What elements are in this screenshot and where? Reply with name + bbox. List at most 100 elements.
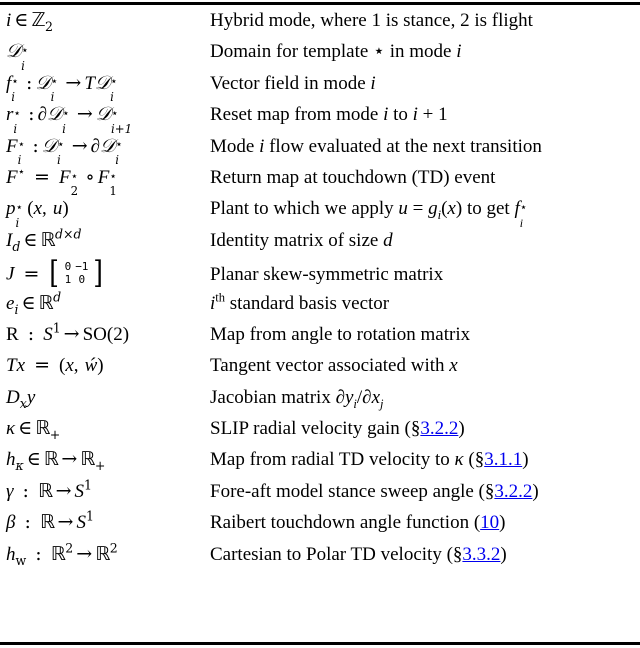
description-cell: Plant to which we apply u = gi(x) to get… bbox=[210, 198, 528, 230]
table-bottom-rule bbox=[0, 642, 640, 645]
symbol-cell: β : ℝ → S1 bbox=[6, 508, 94, 534]
in-symbol: ∈ bbox=[23, 228, 38, 251]
symbol-cell: ei ∈ ℝd bbox=[6, 289, 62, 317]
description-cell: Return map at touchdown (TD) event bbox=[210, 166, 496, 188]
blackboard-r: ℝ bbox=[35, 417, 50, 440]
desc-text: to bbox=[393, 104, 408, 126]
script-d: 𝒟 bbox=[46, 103, 63, 126]
blackboard-r: ℝ bbox=[43, 448, 59, 471]
symbol-cell: hκ ∈ ℝ → ℝ+ bbox=[6, 448, 106, 474]
table-body: i ∈ ℤ2 Hybrid mode, where 1 is stance, 2 i… bbox=[0, 11, 640, 576]
blackboard-r: ℝ bbox=[50, 542, 66, 565]
symbol-cell: Tx = (x, ẃ) bbox=[6, 354, 104, 377]
rparen: ) bbox=[62, 198, 69, 220]
matrix-cell-01: −1 bbox=[75, 260, 89, 274]
symbol-cell: γ : ℝ → S1 bbox=[6, 477, 92, 502]
compose: ∘ bbox=[85, 165, 95, 188]
description-cell: Vector field in mode i bbox=[210, 72, 376, 94]
table-row: β : ℝ → S1 Raibert touchdown angle functio… bbox=[0, 508, 640, 544]
symbol-cell: p ⋆ i (x, u) bbox=[6, 198, 69, 230]
symbol-cell: Id ∈ ℝd×d bbox=[6, 226, 82, 254]
section-reference-link[interactable]: 3.1.1 bbox=[484, 449, 522, 470]
equation-reference-link[interactable]: 10 bbox=[480, 512, 499, 533]
kappa-symbol: κ bbox=[6, 418, 16, 440]
desc-text: Fore-aft model stance sweep angle bbox=[210, 480, 474, 502]
section-sign: § bbox=[484, 480, 495, 502]
table-row: F⋆ = F ⋆ 2 ∘ F ⋆ 1 Return map at touchdown (TD… bbox=[0, 165, 640, 199]
description-cell: Map from radial TD velocity to κ (§3.1.1… bbox=[210, 450, 640, 469]
one-sup: 1 bbox=[85, 508, 94, 524]
desc-text: to get bbox=[466, 198, 510, 220]
description-cell: Cartesian to Polar TD velocity (§3.3.2) bbox=[210, 545, 640, 564]
table-row: F ⋆ i: 𝒟 ⋆ i → ∂𝒟 ⋆ i Mode i flow evaluated at th… bbox=[0, 134, 640, 168]
symbol-cell: κ ∈ ℝ+ bbox=[0, 417, 210, 441]
partial-symbol: ∂ bbox=[362, 386, 372, 408]
desc-text: SLIP radial velocity gain bbox=[210, 418, 400, 440]
desc-text: Cartesian to Polar TD velocity bbox=[210, 543, 442, 565]
arrow: → bbox=[61, 448, 78, 471]
symbol-cell: r ⋆ i: ∂𝒟 ⋆ i → 𝒟 ⋆ i+1 bbox=[6, 103, 133, 136]
x-dot: ẃ bbox=[84, 355, 98, 377]
section-reference-link[interactable]: 3.3.2 bbox=[462, 544, 500, 565]
arrow: → bbox=[76, 103, 93, 126]
partial-symbol: ∂ bbox=[37, 104, 47, 126]
gamma-symbol: γ bbox=[6, 480, 14, 502]
table-top-rule bbox=[0, 2, 640, 5]
desc-text: Plant to which we apply bbox=[210, 198, 394, 220]
symbol-cell: J = [ 0 −1 10 ] bbox=[6, 255, 104, 292]
table-row: p ⋆ i (x, u) Plant to which we apply u = gi… bbox=[0, 199, 640, 230]
blackboard-r: ℝ bbox=[39, 511, 55, 534]
section-reference-link[interactable]: 3.2.2 bbox=[494, 481, 532, 502]
kappa-symbol: κ bbox=[454, 449, 464, 471]
two: 2 bbox=[113, 323, 123, 345]
two-sup: 2 bbox=[109, 540, 118, 556]
desc-text: Tangent vector associated with bbox=[210, 355, 445, 377]
description-cell: Reset map from mode i to i + 1 bbox=[210, 104, 448, 126]
script-d: 𝒟 bbox=[41, 134, 57, 157]
section-reference-link[interactable]: 3.2.2 bbox=[420, 418, 458, 439]
script-d: 𝒟 bbox=[100, 134, 116, 157]
star-glyph: ⋆ bbox=[373, 41, 385, 63]
script-d: 𝒟 bbox=[6, 40, 22, 63]
in-symbol: ∈ bbox=[18, 417, 33, 440]
table-row: J = [ 0 −1 10 ] Planar skew-symmetric mat… bbox=[0, 255, 640, 293]
matrix-entries: 0 −1 10 bbox=[61, 260, 93, 286]
comma: , bbox=[73, 355, 79, 377]
desc-text: in mode bbox=[389, 41, 452, 63]
arrow: → bbox=[57, 511, 74, 534]
script-d: 𝒟 bbox=[94, 71, 111, 94]
ref-close-paren: ) bbox=[458, 418, 465, 440]
arrow: → bbox=[65, 71, 82, 94]
colon: : bbox=[26, 71, 33, 94]
blackboard-r: ℝ bbox=[38, 291, 54, 314]
table-row: R : S1 → SO(2) Map from angle to rotation … bbox=[0, 322, 640, 356]
in-symbol: ∈ bbox=[26, 448, 41, 471]
table-row: 𝒟 ⋆ i Domain for template ⋆ in mode i bbox=[0, 42, 640, 73]
desc-text: Domain for template bbox=[210, 41, 369, 63]
desc-text: Vector field in mode bbox=[210, 72, 366, 94]
equals: = bbox=[34, 354, 50, 377]
arrow: → bbox=[71, 134, 88, 157]
equals: = bbox=[34, 165, 50, 188]
rparen: ) bbox=[455, 198, 463, 220]
blackboard-z: ℤ bbox=[31, 9, 46, 31]
table-row: hκ ∈ ℝ → ℝ+ Map from radial TD velocity to κ… bbox=[0, 450, 640, 481]
script-d: 𝒟 bbox=[95, 103, 111, 126]
description-cell: Raibert touchdown angle function (10) bbox=[210, 513, 640, 532]
table-row: κ ∈ ℝ+ SLIP radial velocity gain (§3.2.2) bbox=[0, 419, 640, 450]
colon: : bbox=[28, 103, 35, 126]
symbol-cell: Dxy bbox=[6, 386, 36, 411]
arrow: → bbox=[55, 479, 72, 502]
comma: , bbox=[42, 198, 47, 220]
in-symbol: ∈ bbox=[21, 291, 36, 314]
table-row: γ : ℝ → S1 Fore-aft model stance sweep ang… bbox=[0, 477, 640, 513]
colon: : bbox=[35, 542, 42, 565]
script-d: 𝒟 bbox=[35, 71, 51, 94]
description-cell: ith standard basis vector bbox=[210, 290, 390, 314]
rparen: ) bbox=[97, 355, 104, 377]
desc-text: Raibert touchdown angle function bbox=[210, 512, 470, 534]
blackboard-r: ℝ bbox=[95, 542, 110, 565]
table-row: Dxy Jacobian matrix ∂yi/∂xj bbox=[0, 388, 640, 419]
times: × bbox=[63, 226, 74, 242]
partial-symbol: ∂ bbox=[335, 386, 345, 408]
